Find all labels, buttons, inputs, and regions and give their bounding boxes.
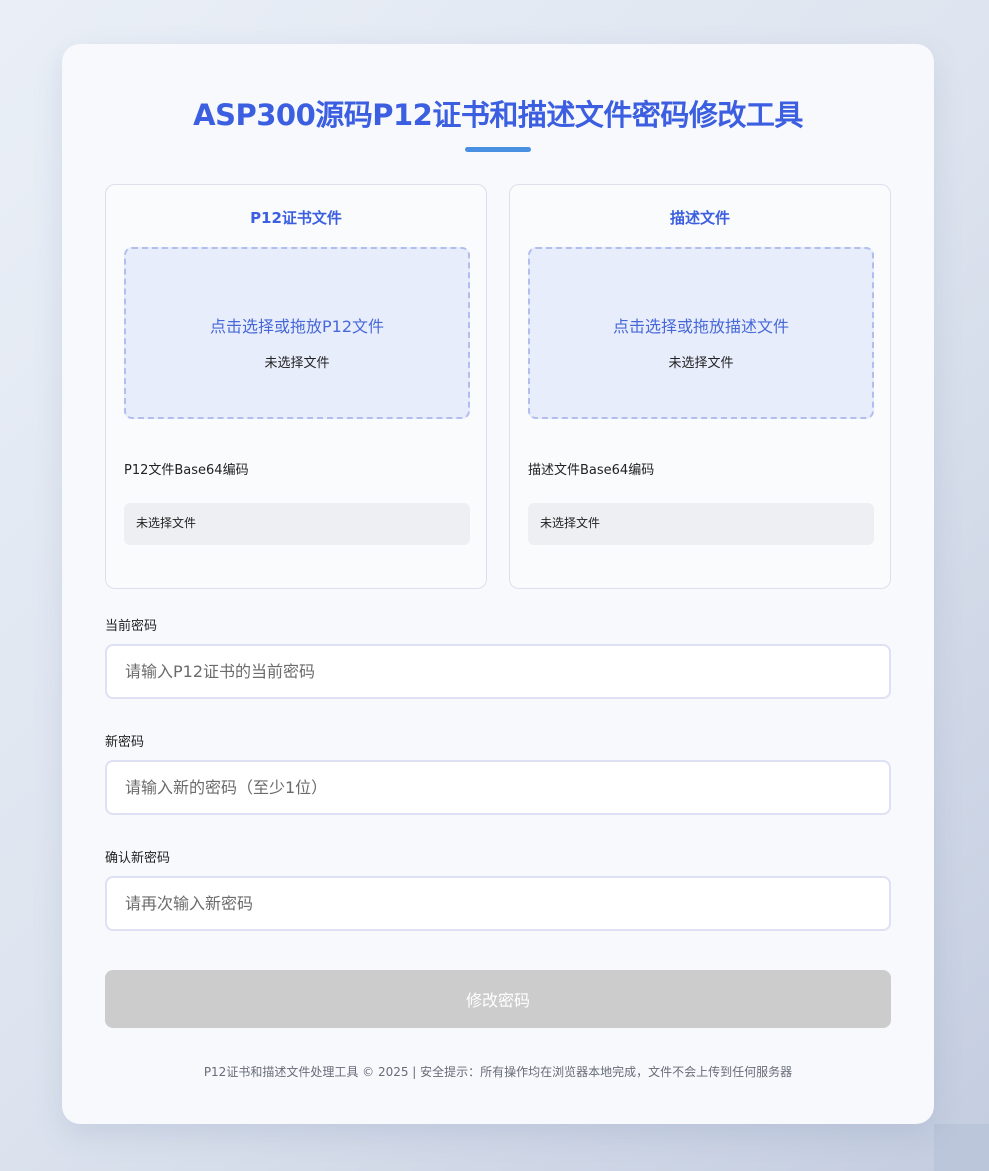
current-password-input[interactable] — [105, 644, 891, 699]
p12-file-status: 未选择文件 — [264, 356, 330, 371]
profile-drop-text: 点击选择或拖放描述文件 — [612, 317, 789, 336]
p12-file-panel: P12证书文件 点击选择或拖放P12文件 未选择文件 P12文件Base64编码… — [105, 184, 487, 589]
change-password-button[interactable]: 修改密码 — [105, 970, 891, 1028]
p12-base64-label: P12文件Base64编码 — [124, 463, 249, 478]
current-password-label: 当前密码 — [105, 619, 158, 634]
footer-text: P12证书和描述文件处理工具 © 2025 | 安全提示：所有操作均在浏览器本地… — [203, 1065, 793, 1079]
profile-drop-zone[interactable]: 点击选择或拖放描述文件 未选择文件 — [528, 247, 874, 419]
p12-drop-zone[interactable]: 点击选择或拖放P12文件 未选择文件 — [124, 247, 470, 419]
p12-base64-output[interactable]: 未选择文件 — [124, 503, 470, 545]
p12-panel-title: P12证书文件 — [250, 209, 342, 227]
confirm-password-label: 确认新密码 — [105, 851, 171, 866]
background-corner — [934, 1124, 989, 1171]
profile-base64-output[interactable]: 未选择文件 — [528, 503, 874, 545]
profile-file-panel: 描述文件 点击选择或拖放描述文件 未选择文件 描述文件Base64编码 未选择文… — [509, 184, 891, 589]
profile-base64-label: 描述文件Base64编码 — [528, 463, 655, 478]
p12-drop-text: 点击选择或拖放P12文件 — [209, 317, 384, 336]
main-card: ASP300源码P12证书和描述文件密码修改工具 P12证书文件 点击选择或拖放… — [62, 44, 934, 1124]
new-password-label: 新密码 — [105, 735, 145, 750]
title-underline — [465, 147, 531, 152]
profile-panel-title: 描述文件 — [669, 209, 730, 227]
new-password-input[interactable] — [105, 760, 891, 815]
confirm-password-input[interactable] — [105, 876, 891, 931]
profile-file-status: 未选择文件 — [668, 356, 734, 371]
page-title: ASP300源码P12证书和描述文件密码修改工具 — [193, 98, 803, 132]
